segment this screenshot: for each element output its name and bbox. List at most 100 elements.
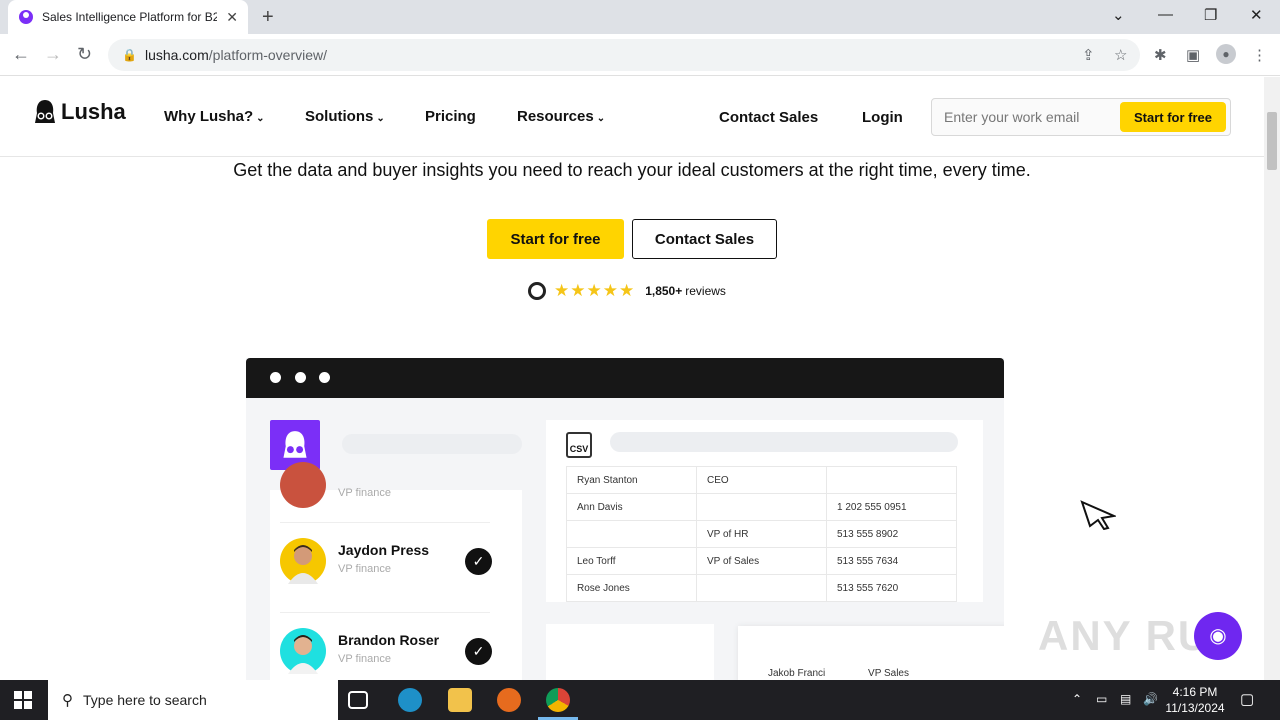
avatar [280, 538, 326, 584]
table-cell: VP of HR [696, 520, 827, 548]
forward-icon[interactable]: → [44, 44, 62, 65]
csv-table: Ryan Stanton CEO Ann Davis 1 202 555 0951 … [566, 466, 957, 602]
nav-resources[interactable]: Resources ⌄ [517, 108, 605, 125]
nav-pricing[interactable]: Pricing [425, 108, 476, 125]
task-view-icon[interactable] [348, 691, 368, 709]
check-icon: ✓ [465, 638, 492, 665]
chevron-down-icon: ⌄ [376, 113, 385, 124]
url-path: /platform-overview/ [208, 47, 328, 63]
table-cell: CEO [696, 466, 827, 494]
minimize-icon[interactable]: — [1158, 6, 1173, 23]
work-email-input[interactable] [944, 107, 1114, 127]
avatar [280, 462, 326, 508]
reload-icon[interactable]: ↻ [77, 44, 92, 65]
tray-chevron-up-icon[interactable]: ⌃ [1072, 692, 1082, 706]
contact-name: Jakob Franci [768, 668, 826, 679]
lusha-logo[interactable]: Lusha [33, 99, 126, 125]
hero-contact-sales-button[interactable]: Contact Sales [632, 219, 777, 259]
page-scrollbar[interactable] [1264, 77, 1280, 680]
browser-tab[interactable]: Sales Intelligence Platform for B2 ✕ [8, 0, 248, 34]
csv-file-icon: CSV [566, 432, 592, 458]
taskbar-search-placeholder: Type here to search [83, 692, 207, 708]
browser-tabstrip: Sales Intelligence Platform for B2 ✕ + ⌄… [0, 0, 1280, 34]
hero-start-free-button[interactable]: Start for free [487, 219, 624, 259]
person-name: Jaydon Press [338, 542, 430, 558]
search-icon: ⚲ [62, 692, 73, 709]
url-domain: lusha.com [144, 47, 209, 63]
nav-why-lusha[interactable]: Why Lusha? ⌄ [164, 108, 265, 125]
network-icon[interactable]: ▤ [1120, 692, 1131, 706]
placeholder-card [546, 624, 714, 688]
tab-close-icon[interactable]: ✕ [226, 9, 238, 26]
chevron-down-icon: ⌄ [596, 113, 606, 124]
chevron-down-icon: ⌄ [256, 113, 265, 124]
tab-search-icon[interactable]: ⌄ [1112, 6, 1125, 24]
reviews-label: reviews [685, 284, 726, 298]
browser-toolbar: ← → ↻ 🔒 lusha.com/platform-overview/ ⇪ ☆… [0, 34, 1280, 76]
hero-subtitle: Get the data and buyer insights you need… [233, 160, 1031, 180]
table-cell: Ann Davis [566, 493, 697, 521]
nav-contact-sales[interactable]: Contact Sales [719, 109, 818, 126]
windows-start-icon[interactable] [14, 691, 32, 709]
taskbar-clock[interactable]: 4:16 PM 11/13/2024 [1162, 684, 1228, 716]
extensions-icon[interactable]: ✱ [1154, 46, 1167, 64]
csv-export-card: CSV Ryan Stanton CEO Ann Davis 1 202 555 0… [546, 420, 983, 602]
close-window-icon[interactable]: ✕ [1250, 6, 1263, 24]
edge-icon[interactable] [398, 688, 422, 712]
table-cell: VP of Sales [696, 547, 827, 575]
scroll-thumb[interactable] [1267, 112, 1277, 170]
contact-row: Jakob Franci VP Sales [768, 668, 949, 679]
share-icon[interactable]: ⇪ [1082, 46, 1095, 64]
chat-widget-icon[interactable]: ◉ [1194, 612, 1242, 660]
site-header: Lusha Why Lusha? ⌄ Solutions ⌄ Pricing Res… [0, 77, 1264, 157]
table-row: Leo Torff VP of Sales 513 555 7634 [566, 547, 957, 575]
volume-icon[interactable]: 🔊 [1143, 692, 1158, 706]
side-panel-icon[interactable]: ▣ [1186, 46, 1200, 64]
list-item: Brandon Roser VP finance ✓ [280, 618, 512, 688]
table-cell: Rose Jones [566, 574, 697, 602]
address-bar[interactable]: 🔒 lusha.com/platform-overview/ ⇪ ☆ [108, 39, 1140, 71]
divider [280, 522, 490, 523]
nav-solutions-label: Solutions [305, 108, 374, 125]
reviews-count: 1,850+ [645, 284, 683, 298]
avatar [280, 628, 326, 674]
table-cell [826, 466, 957, 494]
contact-card: Jakob Franci VP Sales [738, 626, 1004, 688]
people-list: VP finance Jaydon Press VP finance ✓ Bra… [270, 462, 522, 688]
window-dot-icon [270, 372, 281, 383]
table-row: Ann Davis 1 202 555 0951 [566, 493, 957, 521]
profile-icon[interactable]: ● [1216, 44, 1236, 64]
nav-resources-label: Resources [517, 108, 594, 125]
new-tab-icon[interactable]: + [262, 6, 274, 29]
table-cell: 513 555 7620 [826, 574, 957, 602]
taskbar-search[interactable]: ⚲ Type here to search [48, 680, 338, 720]
chrome-icon[interactable] [546, 688, 570, 712]
person-role: VP finance [338, 487, 392, 499]
table-cell: Leo Torff [566, 547, 697, 575]
table-cell [696, 493, 827, 521]
back-icon[interactable]: ← [12, 44, 30, 65]
firefox-icon[interactable] [497, 688, 521, 712]
g2-logo-icon [528, 282, 546, 300]
header-start-free-button[interactable]: Start for free [1120, 102, 1226, 132]
person-role: VP finance [338, 563, 392, 575]
tray-device-icon[interactable]: ▭ [1096, 692, 1107, 706]
product-mockup: VP finance Jaydon Press VP finance ✓ Bra… [246, 358, 1004, 688]
list-item: VP finance [280, 452, 512, 522]
divider [280, 612, 490, 613]
clock-date: 11/13/2024 [1165, 701, 1225, 715]
notifications-icon[interactable]: ▢ [1240, 690, 1254, 708]
table-row: VP of HR 513 555 8902 [566, 520, 957, 548]
person-role: VP finance [338, 653, 392, 665]
table-cell [696, 574, 827, 602]
table-row: Rose Jones 513 555 7620 [566, 574, 957, 602]
restore-icon[interactable]: ❐ [1204, 6, 1217, 24]
table-cell: 1 202 555 0951 [826, 493, 957, 521]
file-explorer-icon[interactable] [448, 688, 472, 712]
menu-kebab-icon[interactable]: ⋮ [1252, 46, 1267, 64]
nav-solutions[interactable]: Solutions ⌄ [305, 108, 385, 125]
bookmark-star-icon[interactable]: ☆ [1114, 46, 1127, 64]
windows-taskbar: ⚲ Type here to search ⌃ ▭ ▤ 🔊 4:16 PM 11… [0, 680, 1280, 720]
nav-login[interactable]: Login [862, 109, 903, 126]
g2-rating[interactable]: ★★★★★ 1,850+ reviews [528, 281, 726, 301]
